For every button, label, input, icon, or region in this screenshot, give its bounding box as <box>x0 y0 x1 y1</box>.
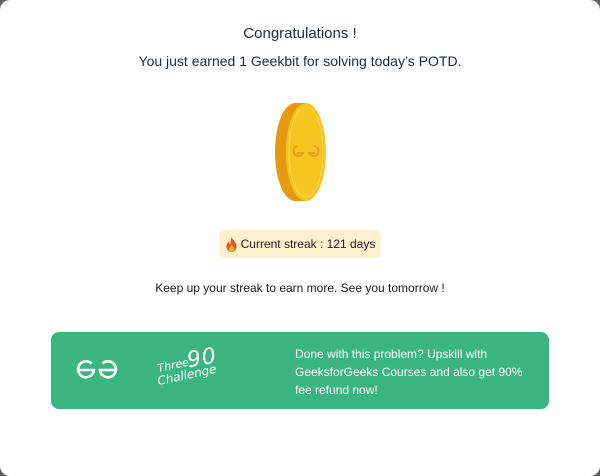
streak-text: Current streak : 121 days <box>240 237 376 251</box>
geekbit-reward-modal: Congratulations ! You just earned 1 Geek… <box>0 0 600 476</box>
current-streak-badge: Current streak : 121 days <box>219 230 381 258</box>
modal-subtitle: You just earned 1 Geekbit for solving to… <box>138 53 462 69</box>
gfg-logo-icon <box>75 360 119 380</box>
modal-title: Congratulations ! <box>243 25 357 42</box>
geekbit-coin-icon <box>270 100 332 204</box>
keep-up-message: Keep up your streak to earn more. See yo… <box>155 281 445 295</box>
promo-text: Done with this problem? Upskill with Gee… <box>295 347 523 397</box>
upskill-promo-banner[interactable]: Three 90 Challenge Done with this proble… <box>51 332 549 409</box>
fire-icon <box>225 236 238 252</box>
three-90-challenge-logo: Three 90 Challenge <box>156 344 221 396</box>
